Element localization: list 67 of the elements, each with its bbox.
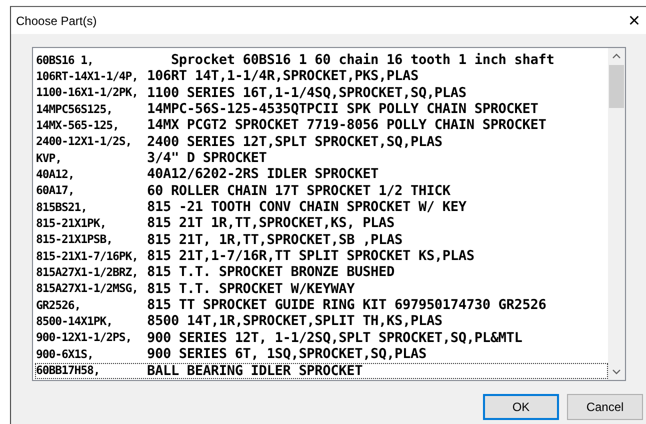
list-row[interactable]: 106RT-14X1-1/4P, 106RT 14T,1-1/4R,SPROCKET,PKS,PLAS (35, 68, 608, 85)
list-row[interactable]: 60BB17H58, BALL BEARING IDLER SPROCKET (35, 362, 608, 379)
list-row[interactable]: 2400-12X1-1/2S, 2400 SERIES 12T,SPLT SPROCKET,SQ,PLAS (35, 134, 608, 150)
part-description: 815 T.T. SPROCKET BRONZE BUSHED (147, 263, 395, 282)
part-description: 815 21T 1R,TT,SPROCKET,KS, PLAS (147, 214, 395, 234)
part-code: 1100-16X1-1/2PK, (36, 84, 139, 102)
parts-listbox[interactable] (32, 47, 626, 381)
part-code: 60BS16 1, (36, 52, 94, 69)
list-row[interactable]: 14MX-565-125, 14MX PCGT2 SPROCKET 7719-8056 POLLY CHAIN SPROCKET (35, 117, 608, 134)
ok-button[interactable]: OK (483, 394, 559, 420)
part-code: 14MX-565-125, (36, 116, 120, 134)
list-row[interactable]: 8500-14X1PK, 8500 14T,1R,SPROCKET,SPLIT TH,KS,PLAS (35, 314, 608, 330)
part-description: 815 -21 TOOTH CONV CHAIN SPROCKET W/ KEY (147, 198, 466, 216)
part-description: 2400 SERIES 12T,SPLT SPROCKET,SQ,PLAS (147, 132, 442, 152)
part-code: 815A27X1-1/2BRZ, (36, 264, 139, 282)
list-row[interactable]: 815A27X1-1/2MSG, 815 T.T. SPROCKET W/KEYWAY (35, 280, 608, 298)
part-description: 900 SERIES 6T, 1SQ,SPROCKET,SQ,PLAS (147, 345, 426, 364)
part-description: 3/4" D SPROCKET (147, 149, 267, 168)
part-code: KVP, (36, 150, 62, 167)
part-code: 900-12X1-1/2PS, (36, 329, 133, 346)
part-description: BALL BEARING IDLER SPROCKET (147, 362, 363, 381)
part-description: 8500 14T,1R,SPROCKET,SPLIT TH,KS,PLAS (147, 312, 442, 332)
list-row[interactable]: GR2526, 815 TT SPROCKET GUIDE RING KIT 697950174730 GR2526 (35, 297, 608, 314)
part-code: 2400-12X1-1/2S, (36, 133, 133, 150)
part-description: 815 TT SPROCKET GUIDE RING KIT 697950174730 GR2526 (147, 296, 546, 314)
part-code: GR2526, (36, 296, 82, 314)
part-code: 60BB17H58, (36, 362, 101, 380)
list-row[interactable]: KVP, 3/4" D SPROCKET (35, 150, 608, 166)
list-row[interactable]: 900-12X1-1/2PS, 900 SERIES 12T, 1-1/2SQ,SPLT SPROCKET,SQ,PL&MTL (35, 330, 608, 346)
part-description: 14MPC-56S-125-4535QTPCII SPK POLLY CHAIN SPROCKET (147, 100, 538, 118)
part-code: 106RT-14X1-1/4P, (36, 68, 139, 85)
part-code: 40A12, (36, 166, 76, 183)
part-description: 815 21T,1-7/16R,TT SPLIT SPROCKET KS,PLAS (147, 247, 474, 266)
list-row[interactable]: 815-21X1-7/16PK, 815 21T,1-7/16R,TT SPLIT SPROCKET KS,PLAS (35, 248, 608, 264)
part-description: 1100 SERIES 16T,1-1/4SQ,SPROCKET,SQ,PLAS (147, 84, 466, 102)
part-code: 815BS21, (36, 198, 88, 216)
scrollbar[interactable] (608, 48, 625, 380)
part-code: 815-21X1-7/16PK, (36, 248, 139, 265)
part-description: 60 ROLLER CHAIN 17T SPROCKET 1/2 THICK (147, 182, 450, 200)
part-description: 106RT 14T,1-1/4R,SPROCKET,PKS,PLAS (147, 67, 418, 86)
list-row[interactable]: 60BS16 1, Sprocket 60BS16 1 60 chain 16 tooth 1 inch shaft (35, 52, 608, 68)
list-row[interactable]: 60A17, 60 ROLLER CHAIN 17T SPROCKET 1/2 THICK (35, 182, 608, 200)
part-code: 14MPC56S125, (36, 100, 114, 118)
list-row[interactable]: 815-21X1PK, 815 21T 1R,TT,SPROCKET,KS, PLAS (35, 215, 608, 232)
cancel-button[interactable]: Cancel (567, 394, 643, 420)
list-row[interactable]: 815A27X1-1/2BRZ, 815 T.T. SPROCKET BRONZE BUSHED (35, 264, 608, 281)
list-row[interactable]: 1100-16X1-1/2PK, 1100 SERIES 16T,1-1/4SQ,SPROCKET,SQ,PLAS (35, 84, 608, 102)
part-code: 900-6X1S, (36, 346, 94, 363)
part-description: 900 SERIES 12T, 1-1/2SQ,SPLT SPROCKET,SQ,PL&MTL (147, 328, 522, 348)
list-row[interactable]: 40A12, 40A12/6202-2RS IDLER SPROCKET (35, 166, 608, 183)
list-row[interactable]: 815-21X1PSB, 815 21T, 1R,TT,SPROCKET,SB ,PLAS (35, 232, 608, 248)
part-description: Sprocket 60BS16 1 60 chain 16 tooth 1 inch shaft (170, 50, 554, 70)
window-title: Choose Part(s) (16, 12, 97, 30)
part-code: 815-21X1PSB, (36, 231, 114, 248)
part-description: 14MX PCGT2 SPROCKET 7719-8056 POLLY CHAIN SPROCKET (147, 116, 546, 136)
part-code: 8500-14X1PK, (36, 313, 114, 330)
list-row[interactable]: 14MPC56S125, 14MPC-56S-125-4535QTPCII SPK POLLY CHAIN SPROCKET (35, 101, 608, 118)
part-description: 40A12/6202-2RS IDLER SPROCKET (147, 165, 379, 184)
part-code: 60A17, (36, 182, 76, 200)
part-code: 815A27X1-1/2MSG, (36, 280, 139, 298)
scroll-thumb[interactable] (609, 65, 624, 108)
part-description: 815 21T, 1R,TT,SPROCKET,SB ,PLAS (147, 230, 402, 250)
part-description: 815 T.T. SPROCKET W/KEYWAY (147, 280, 355, 298)
list-row[interactable]: 900-6X1S, 900 SERIES 6T, 1SQ,SPROCKET,SQ,PLAS (35, 346, 608, 363)
close-button[interactable]: × (622, 10, 646, 30)
list-row[interactable]: 815BS21, 815 -21 TOOTH CONV CHAIN SPROCKET W/ KEY (35, 199, 608, 216)
part-code: 815-21X1PK, (36, 214, 108, 232)
